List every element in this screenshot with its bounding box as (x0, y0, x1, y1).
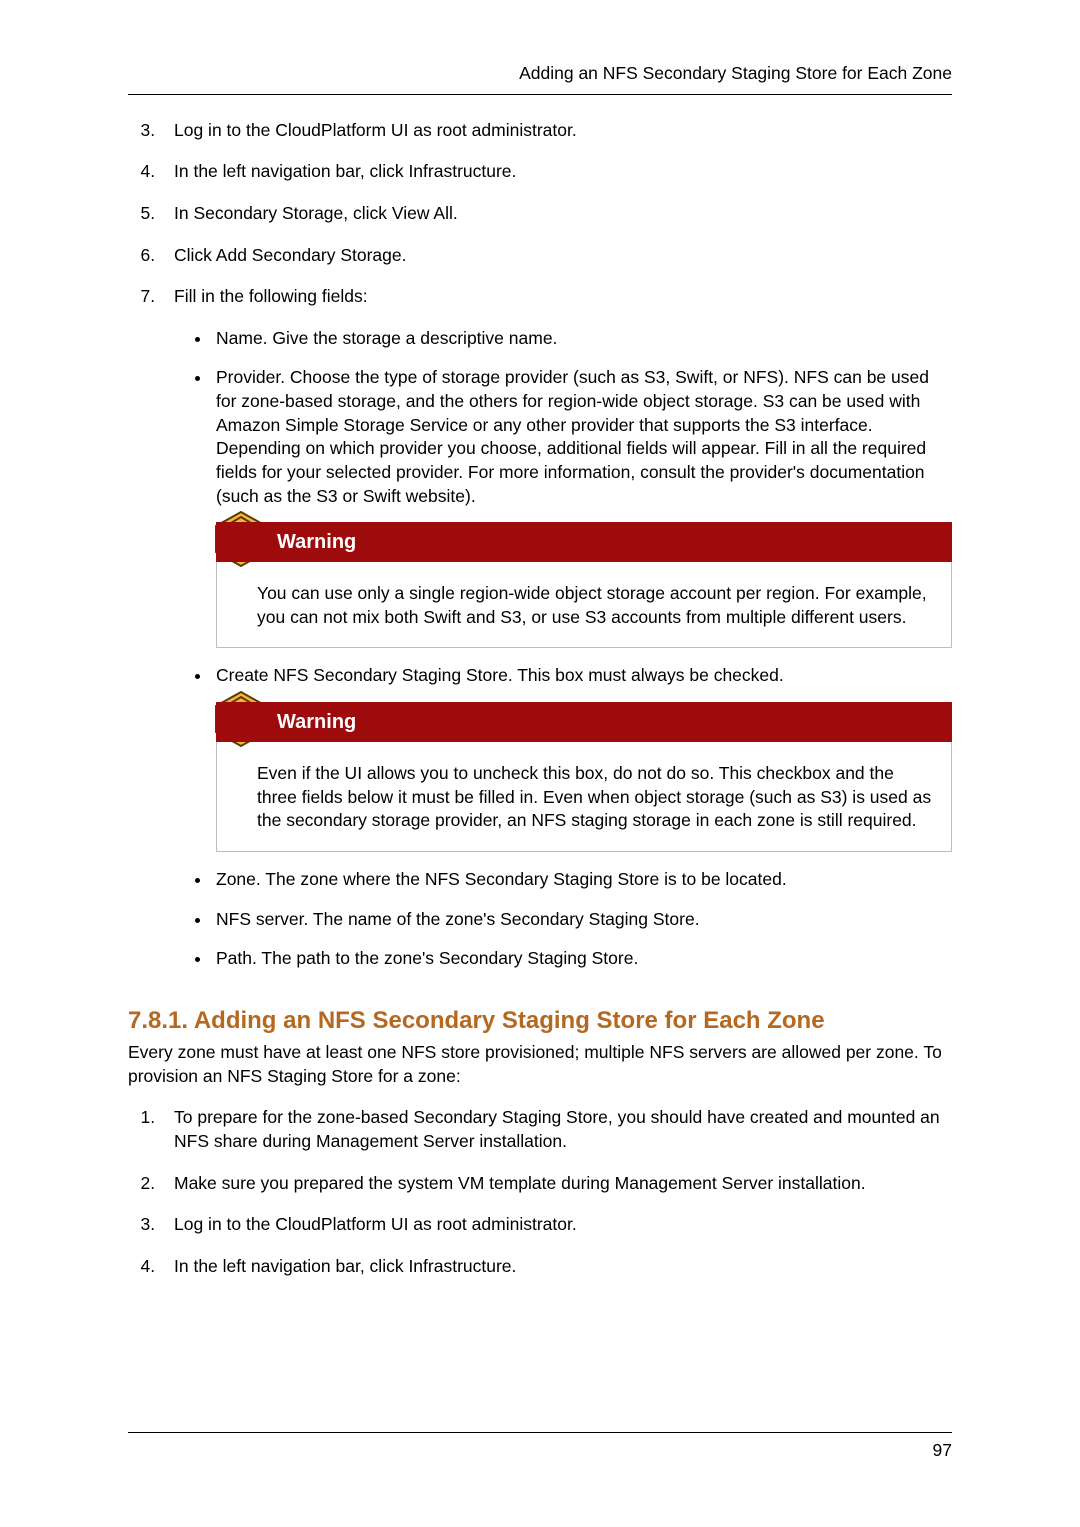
list-item: Fill in the following fields: Name. Give… (160, 285, 952, 971)
bullet-create-nfs-text: Create NFS Secondary Staging Store. This… (216, 665, 784, 685)
bullet-nfs-server: NFS server. The name of the zone's Secon… (212, 908, 952, 932)
section-title: Adding an NFS Secondary Staging Store fo… (194, 1007, 825, 1034)
running-header: Adding an NFS Secondary Staging Store fo… (128, 62, 952, 94)
warning-body: Even if the UI allows you to uncheck thi… (216, 742, 952, 852)
list-item: To prepare for the zone-based Secondary … (160, 1106, 952, 1153)
warning-title: Warning (216, 702, 952, 742)
bullet-provider: Provider. Choose the type of storage pro… (212, 366, 952, 648)
list-item: Log in to the CloudPlatform UI as root a… (160, 119, 952, 143)
bullet-zone: Zone. The zone where the NFS Secondary S… (212, 868, 952, 892)
bullet-path: Path. The path to the zone's Secondary S… (212, 947, 952, 971)
page-footer: 97 (128, 1432, 952, 1463)
list-item: Make sure you prepared the system VM tem… (160, 1172, 952, 1196)
bullet-name: Name. Give the storage a descriptive nam… (212, 327, 952, 351)
list-item: In the left navigation bar, click Infras… (160, 160, 952, 184)
warning-box: Warning Even if the UI allows you to unc… (216, 702, 952, 852)
section-number: 7.8.1. (128, 1007, 188, 1034)
list-item: In Secondary Storage, click View All. (160, 202, 952, 226)
header-rule (128, 94, 952, 95)
bullet-provider-text: Provider. Choose the type of storage pro… (216, 367, 929, 505)
bullet-create-nfs: Create NFS Secondary Staging Store. This… (212, 664, 952, 852)
list-item: Log in to the CloudPlatform UI as root a… (160, 1213, 952, 1237)
section-intro: Every zone must have at least one NFS st… (128, 1041, 952, 1088)
page: Adding an NFS Secondary Staging Store fo… (0, 0, 1080, 1527)
list-item: In the left navigation bar, click Infras… (160, 1255, 952, 1279)
field-bullets: Name. Give the storage a descriptive nam… (174, 327, 952, 971)
list-item: Click Add Secondary Storage. (160, 244, 952, 268)
list-item-text: Fill in the following fields: (174, 286, 368, 306)
ordered-list-main: Log in to the CloudPlatform UI as root a… (128, 119, 952, 971)
warning-box: Warning You can use only a single region… (216, 522, 952, 648)
section-heading: 7.8.1. Adding an NFS Secondary Staging S… (128, 1005, 952, 1037)
ordered-list-section: To prepare for the zone-based Secondary … (128, 1106, 952, 1278)
warning-body: You can use only a single region-wide ob… (216, 562, 952, 648)
warning-title: Warning (216, 522, 952, 562)
page-number: 97 (128, 1433, 952, 1463)
